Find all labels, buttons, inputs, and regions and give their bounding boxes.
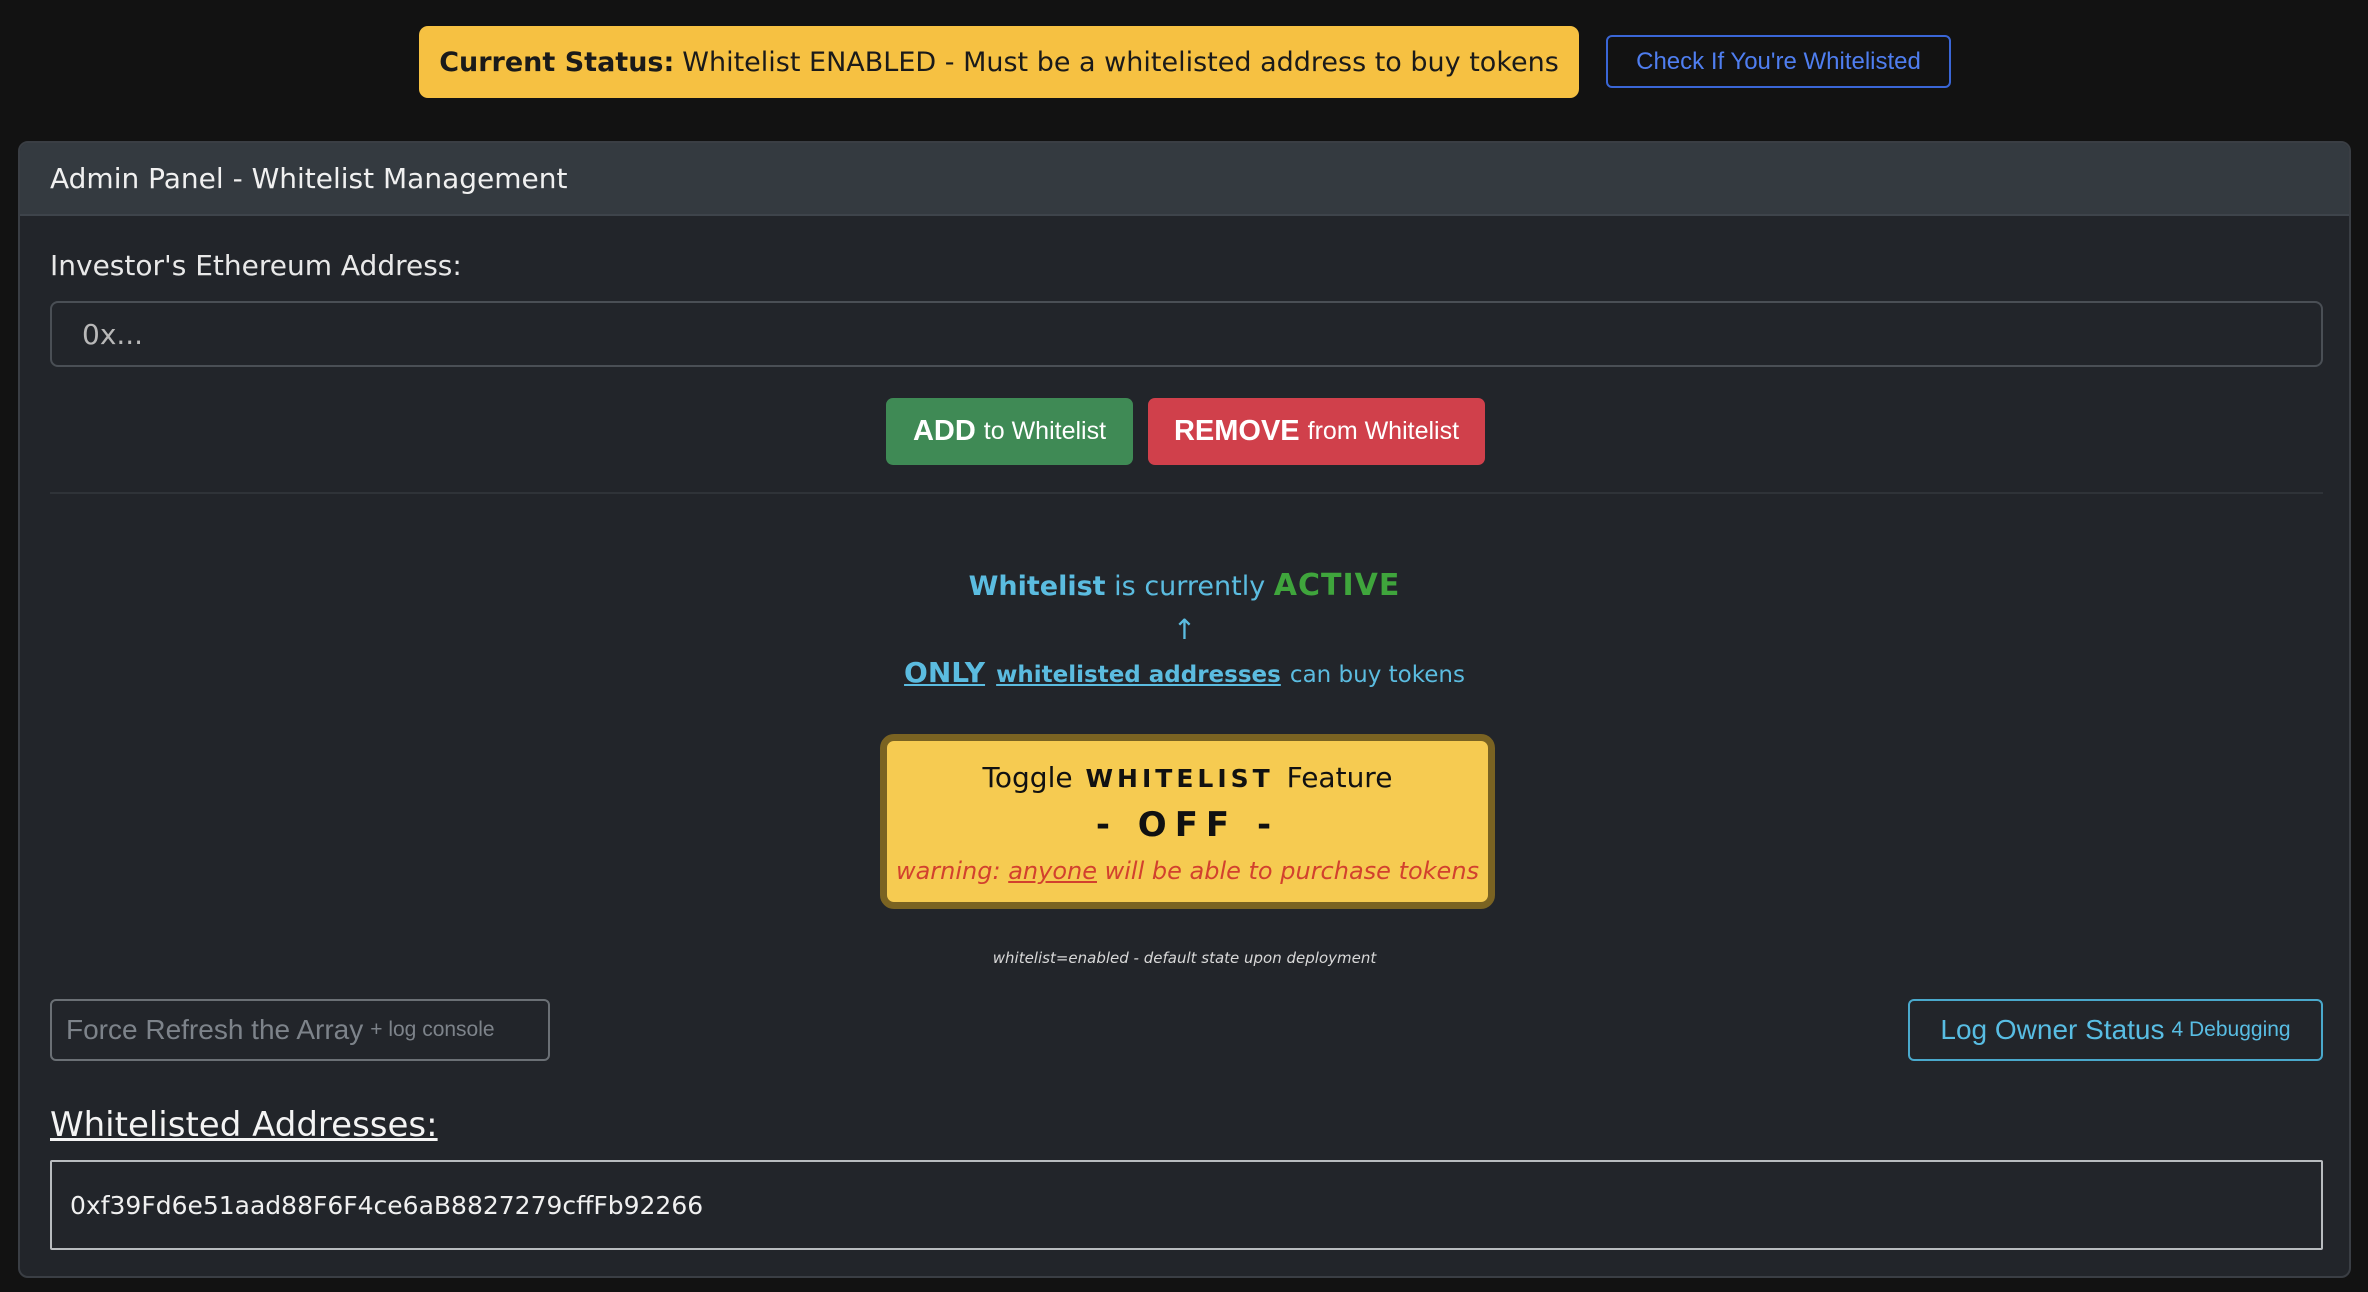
add-button-strong: ADD <box>912 415 976 447</box>
log-owner-status-button[interactable]: Log Owner Status 4 Debugging <box>1908 999 2323 1061</box>
arrow-up-icon: ↑ <box>1172 613 1197 646</box>
whitelisted-addresses-word: whitelisted addresses <box>996 662 1281 688</box>
can-buy-tokens-text: can buy tokens <box>1289 662 1465 688</box>
force-refresh-button[interactable]: Force Refresh the Array + log console <box>50 999 550 1061</box>
refresh-button-main: Force Refresh the Array <box>66 1014 364 1045</box>
whitelisted-addresses-heading: Whitelisted Addresses: <box>50 1105 438 1145</box>
check-whitelisted-button[interactable]: Check If You're Whitelisted <box>1606 35 1951 88</box>
status-row: Current Status: Whitelist ENABLED - Must… <box>0 26 2368 98</box>
list-item: 0xf39Fd6e51aad88F6F4ce6aB8827279cffFb922… <box>70 1190 704 1220</box>
add-button-rest: to Whitelist <box>983 417 1107 445</box>
divider <box>50 492 2323 494</box>
whitelist-status-line: Whitelist is currently ACTIVE <box>20 568 2349 603</box>
toggle-suffix: Feature <box>1286 761 1393 794</box>
admin-panel-card: Admin Panel - Whitelist Management Inves… <box>18 141 2351 1278</box>
log-button-main: Log Owner Status <box>1940 1014 2165 1045</box>
refresh-button-small: + log console <box>370 1018 495 1041</box>
warning-anyone: anyone <box>1008 857 1097 885</box>
investor-address-input[interactable] <box>50 301 2323 367</box>
whitelist-state-word: ACTIVE <box>1273 568 1401 603</box>
remove-from-whitelist-button[interactable]: REMOVE from Whitelist <box>1148 398 1485 465</box>
default-state-footnote: whitelist=enabled - default state upon d… <box>992 949 1377 967</box>
current-status-banner: Current Status: Whitelist ENABLED - Must… <box>419 26 1579 98</box>
toggle-whitelist-caps: WHITELIST <box>1085 764 1274 793</box>
toggle-title: Toggle WHITELIST Feature <box>887 761 1488 794</box>
status-label: Current Status: <box>439 46 675 78</box>
toggle-state: - OFF - <box>1095 805 1280 845</box>
toggle-prefix: Toggle <box>982 761 1073 794</box>
add-to-whitelist-button[interactable]: ADD to Whitelist <box>886 398 1133 465</box>
status-text: Whitelist ENABLED - Must be a whiteliste… <box>682 46 1559 78</box>
admin-panel-title: Admin Panel - Whitelist Management <box>20 143 2349 216</box>
warning-prefix: warning: <box>895 857 1001 885</box>
status-middle-text: is currently <box>1114 571 1266 602</box>
whitelist-word: Whitelist <box>968 571 1106 602</box>
investor-address-label: Investor's Ethereum Address: <box>50 249 462 282</box>
toggle-warning: warning: anyone will be able to purchase… <box>887 857 1488 885</box>
remove-button-strong: REMOVE <box>1173 415 1300 447</box>
only-word: ONLY <box>904 656 986 689</box>
only-whitelisted-line: ONLY whitelisted addresses can buy token… <box>20 656 2349 689</box>
toggle-whitelist-button[interactable]: Toggle WHITELIST Feature - OFF - warning… <box>880 734 1495 909</box>
whitelisted-addresses-list: 0xf39Fd6e51aad88F6F4ce6aB8827279cffFb922… <box>50 1160 2323 1250</box>
warning-suffix: will be able to purchase tokens <box>1104 857 1480 885</box>
remove-button-rest: from Whitelist <box>1307 417 1460 445</box>
log-button-small: 4 Debugging <box>2171 1018 2291 1041</box>
